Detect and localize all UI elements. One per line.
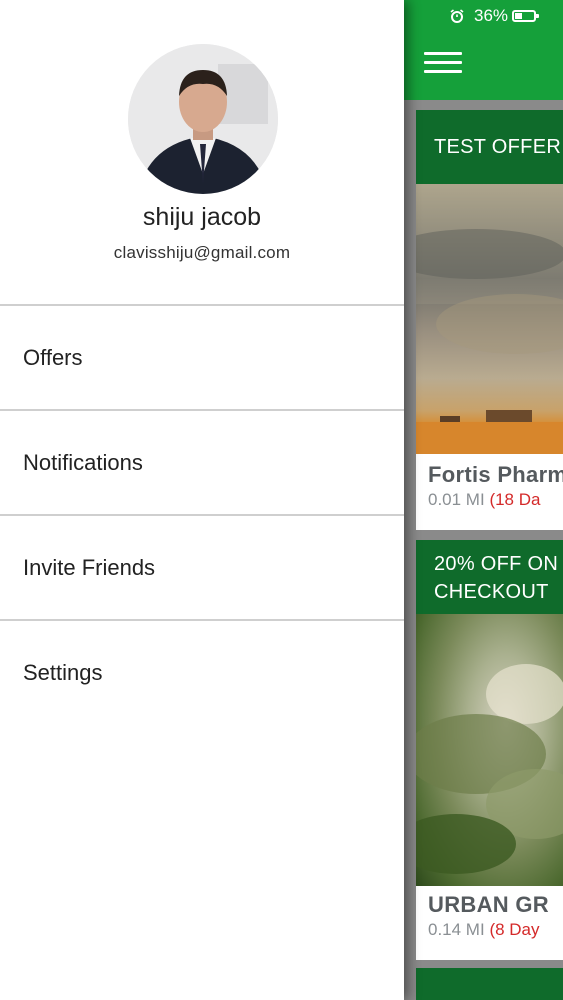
menu-item-label: Notifications	[23, 449, 143, 475]
menu-item-label: Offers	[23, 344, 83, 370]
offer-card-header-line: CHECKOUT	[434, 581, 549, 603]
offer-card-meta: 0.14 MI (8 Day	[416, 918, 563, 940]
menu-item-label: Invite Friends	[23, 554, 156, 580]
alarm-icon	[450, 9, 464, 23]
app-root: 36% TEST OFFER Fortis Pharm 0.01 MI (18 …	[0, 0, 563, 1000]
offer-days-left: (18 Da	[489, 490, 541, 509]
drawer-menu: Offers Notifications Invite Friends Sett…	[0, 304, 404, 724]
battery-icon	[512, 10, 540, 22]
menu-item-invite-friends[interactable]: Invite Friends	[0, 514, 404, 619]
status-bar: 36%	[450, 6, 540, 26]
offer-days-left: (8 Day	[489, 920, 540, 939]
user-name: shiju jacob	[142, 203, 262, 231]
offer-distance: 0.01 MI	[428, 490, 485, 509]
offer-card-header: 20% OFF ON CHECKOUT	[416, 540, 563, 614]
user-email: clavisshiju@gmail.com	[113, 243, 291, 262]
menu-item-label: Settings	[23, 659, 103, 685]
top-app-bar: 36%	[404, 0, 563, 100]
offer-card-header-line: 20% OFF ON	[434, 553, 559, 575]
offer-card-image	[416, 614, 563, 886]
offer-card-image	[416, 184, 563, 454]
battery-percent: 36%	[474, 6, 509, 25]
offer-card-header: TEST OFFER	[416, 110, 563, 184]
menu-item-settings[interactable]: Settings	[0, 619, 404, 724]
offer-card-title: URBAN GR	[428, 892, 549, 917]
offer-card-title: Fortis Pharm	[428, 462, 563, 487]
avatar[interactable]	[128, 44, 278, 194]
offer-card[interactable]: 20% OFF ON CHECKOUT URBAN GR 0.14 MI (8 …	[416, 540, 563, 960]
offer-card-meta: 0.01 MI (18 Da	[416, 488, 563, 510]
offer-card-next	[416, 968, 563, 1000]
menu-item-offers[interactable]: Offers	[0, 304, 404, 409]
main-content: 36% TEST OFFER Fortis Pharm 0.01 MI (18 …	[404, 0, 563, 1000]
offer-distance: 0.14 MI	[428, 920, 485, 939]
navigation-drawer: shiju jacob clavisshiju@gmail.com Offers…	[0, 0, 404, 1000]
offer-card[interactable]: TEST OFFER Fortis Pharm 0.01 MI (18 Da	[416, 110, 563, 530]
menu-item-notifications[interactable]: Notifications	[0, 409, 404, 514]
hamburger-menu-icon[interactable]	[424, 52, 462, 78]
